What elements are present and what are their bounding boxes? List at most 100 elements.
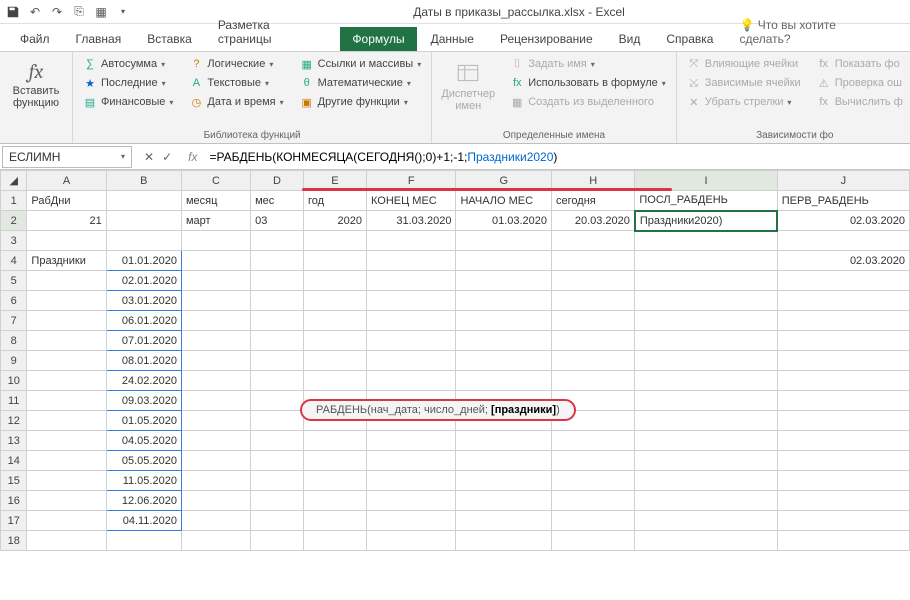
fx-icon[interactable]: fx	[182, 150, 203, 164]
cell[interactable]: 02.03.2020	[777, 211, 909, 231]
tab-formulas[interactable]: Формулы	[340, 27, 416, 51]
cell[interactable]	[106, 191, 181, 211]
cell[interactable]: 09.03.2020	[106, 391, 181, 411]
logical-button[interactable]: ?Логические▾	[187, 56, 285, 72]
row-header[interactable]: 18	[1, 531, 27, 551]
recent-button[interactable]: ★Последние▾	[81, 75, 175, 91]
more-fn-button[interactable]: ▣Другие функции▾	[298, 94, 424, 110]
row-header[interactable]: 11	[1, 391, 27, 411]
create-from-sel-button: ▦Создать из выделенного	[508, 94, 668, 110]
cell[interactable]: ПЕРВ_РАБДЕНЬ	[777, 191, 909, 211]
cell[interactable]: РабДни	[27, 191, 106, 211]
formula-tooltip: РАБДЕНЬ(нач_дата; число_дней; [праздники…	[300, 399, 576, 421]
cell[interactable]: 02.03.2020	[777, 251, 909, 271]
name-manager-button: Диспетчер имен	[440, 56, 496, 116]
redo-icon[interactable]: ↷	[48, 3, 66, 21]
cell[interactable]: Праздники	[27, 251, 106, 271]
cell[interactable]: 01.03.2020	[456, 211, 552, 231]
define-name-button: ⌷Задать имя▾	[508, 56, 668, 72]
cell[interactable]: 05.05.2020	[106, 451, 181, 471]
cell[interactable]: год	[303, 191, 366, 211]
col-header[interactable]: D	[251, 171, 304, 191]
row-header[interactable]: 3	[1, 231, 27, 251]
row-header[interactable]: 17	[1, 511, 27, 531]
qat-icon2[interactable]: ▦	[92, 3, 110, 21]
save-icon[interactable]	[4, 3, 22, 21]
row-header[interactable]: 16	[1, 491, 27, 511]
cell[interactable]: месяц	[181, 191, 250, 211]
row-header[interactable]: 6	[1, 291, 27, 311]
text-button[interactable]: AТекстовые▾	[187, 75, 285, 91]
qat-more[interactable]: ▾	[114, 3, 132, 21]
cell[interactable]: 04.05.2020	[106, 431, 181, 451]
col-header[interactable]: A	[27, 171, 106, 191]
qat-icon[interactable]: ⎘	[70, 3, 88, 21]
cancel-formula-icon[interactable]: ✕	[144, 150, 154, 164]
cell[interactable]: 02.01.2020	[106, 271, 181, 291]
group-label-library: Библиотека функций	[81, 128, 423, 141]
formula-bar[interactable]: =РАБДЕНЬ(КОНМЕСЯЦА(СЕГОДНЯ();0)+1;-1;Пра…	[203, 148, 910, 166]
tab-review[interactable]: Рецензирование	[488, 27, 605, 51]
col-header[interactable]: J	[777, 171, 909, 191]
autosum-button[interactable]: ∑Автосумма▾	[81, 56, 175, 72]
lookup-button[interactable]: ▦Ссылки и массивы▾	[298, 56, 424, 72]
row-header[interactable]: 9	[1, 351, 27, 371]
cell[interactable]	[106, 211, 181, 231]
cell[interactable]: март	[181, 211, 250, 231]
row-header[interactable]: 10	[1, 371, 27, 391]
cell[interactable]: 20.03.2020	[552, 211, 635, 231]
cell[interactable]: 21	[27, 211, 106, 231]
cell[interactable]: 2020	[303, 211, 366, 231]
cell[interactable]: 06.01.2020	[106, 311, 181, 331]
tell-me[interactable]: 💡 Что вы хотите сделать?	[727, 13, 902, 51]
tab-home[interactable]: Главная	[64, 27, 134, 51]
insert-function-button[interactable]: fx Вставить функцию	[8, 56, 64, 113]
active-cell[interactable]: Праздники2020)	[635, 211, 777, 231]
cell[interactable]: 04.11.2020	[106, 511, 181, 531]
cell[interactable]: ПОСЛ_РАБДЕНЬ	[635, 191, 777, 211]
remove-arrows-button: ✕Убрать стрелки▾	[685, 94, 803, 110]
cell[interactable]: 11.05.2020	[106, 471, 181, 491]
select-all[interactable]: ◢	[1, 171, 27, 191]
use-in-formula-button[interactable]: fxИспользовать в формуле▾	[508, 75, 668, 91]
row-header[interactable]: 13	[1, 431, 27, 451]
cell[interactable]: 01.05.2020	[106, 411, 181, 431]
name-box[interactable]: ЕСЛИМН▾	[2, 146, 132, 168]
math-button[interactable]: θМатематические▾	[298, 75, 424, 91]
cell[interactable]: 03	[251, 211, 304, 231]
tab-data[interactable]: Данные	[419, 27, 486, 51]
col-header[interactable]: C	[181, 171, 250, 191]
row-header[interactable]: 15	[1, 471, 27, 491]
tab-view[interactable]: Вид	[607, 27, 653, 51]
row-header[interactable]: 1	[1, 191, 27, 211]
cell[interactable]: мес	[251, 191, 304, 211]
datetime-button[interactable]: ◷Дата и время▾	[187, 94, 285, 110]
cell[interactable]: 07.01.2020	[106, 331, 181, 351]
enter-formula-icon[interactable]: ✓	[162, 150, 172, 164]
cell[interactable]: 08.01.2020	[106, 351, 181, 371]
cell[interactable]: НАЧАЛО МЕС	[456, 191, 552, 211]
row-header[interactable]: 4	[1, 251, 27, 271]
row-header[interactable]: 2	[1, 211, 27, 231]
tab-file[interactable]: Файл	[8, 27, 62, 51]
cell[interactable]: 03.01.2020	[106, 291, 181, 311]
show-formulas-button: fxПоказать фо	[815, 56, 905, 72]
financial-button[interactable]: ▤Финансовые▾	[81, 94, 175, 110]
tab-insert[interactable]: Вставка	[135, 27, 204, 51]
cell[interactable]: КОНЕЦ МЕС	[366, 191, 455, 211]
undo-icon[interactable]: ↶	[26, 3, 44, 21]
cell[interactable]: 24.02.2020	[106, 371, 181, 391]
evaluate-button: fxВычислить ф	[815, 94, 905, 110]
cell[interactable]: 31.03.2020	[366, 211, 455, 231]
row-header[interactable]: 8	[1, 331, 27, 351]
col-header[interactable]: B	[106, 171, 181, 191]
tab-help[interactable]: Справка	[654, 27, 725, 51]
cell[interactable]: 01.01.2020	[106, 251, 181, 271]
row-header[interactable]: 14	[1, 451, 27, 471]
row-header[interactable]: 5	[1, 271, 27, 291]
cell[interactable]: 12.06.2020	[106, 491, 181, 511]
tab-layout[interactable]: Разметка страницы	[206, 13, 339, 51]
cell[interactable]: сегодня	[552, 191, 635, 211]
row-header[interactable]: 7	[1, 311, 27, 331]
row-header[interactable]: 12	[1, 411, 27, 431]
